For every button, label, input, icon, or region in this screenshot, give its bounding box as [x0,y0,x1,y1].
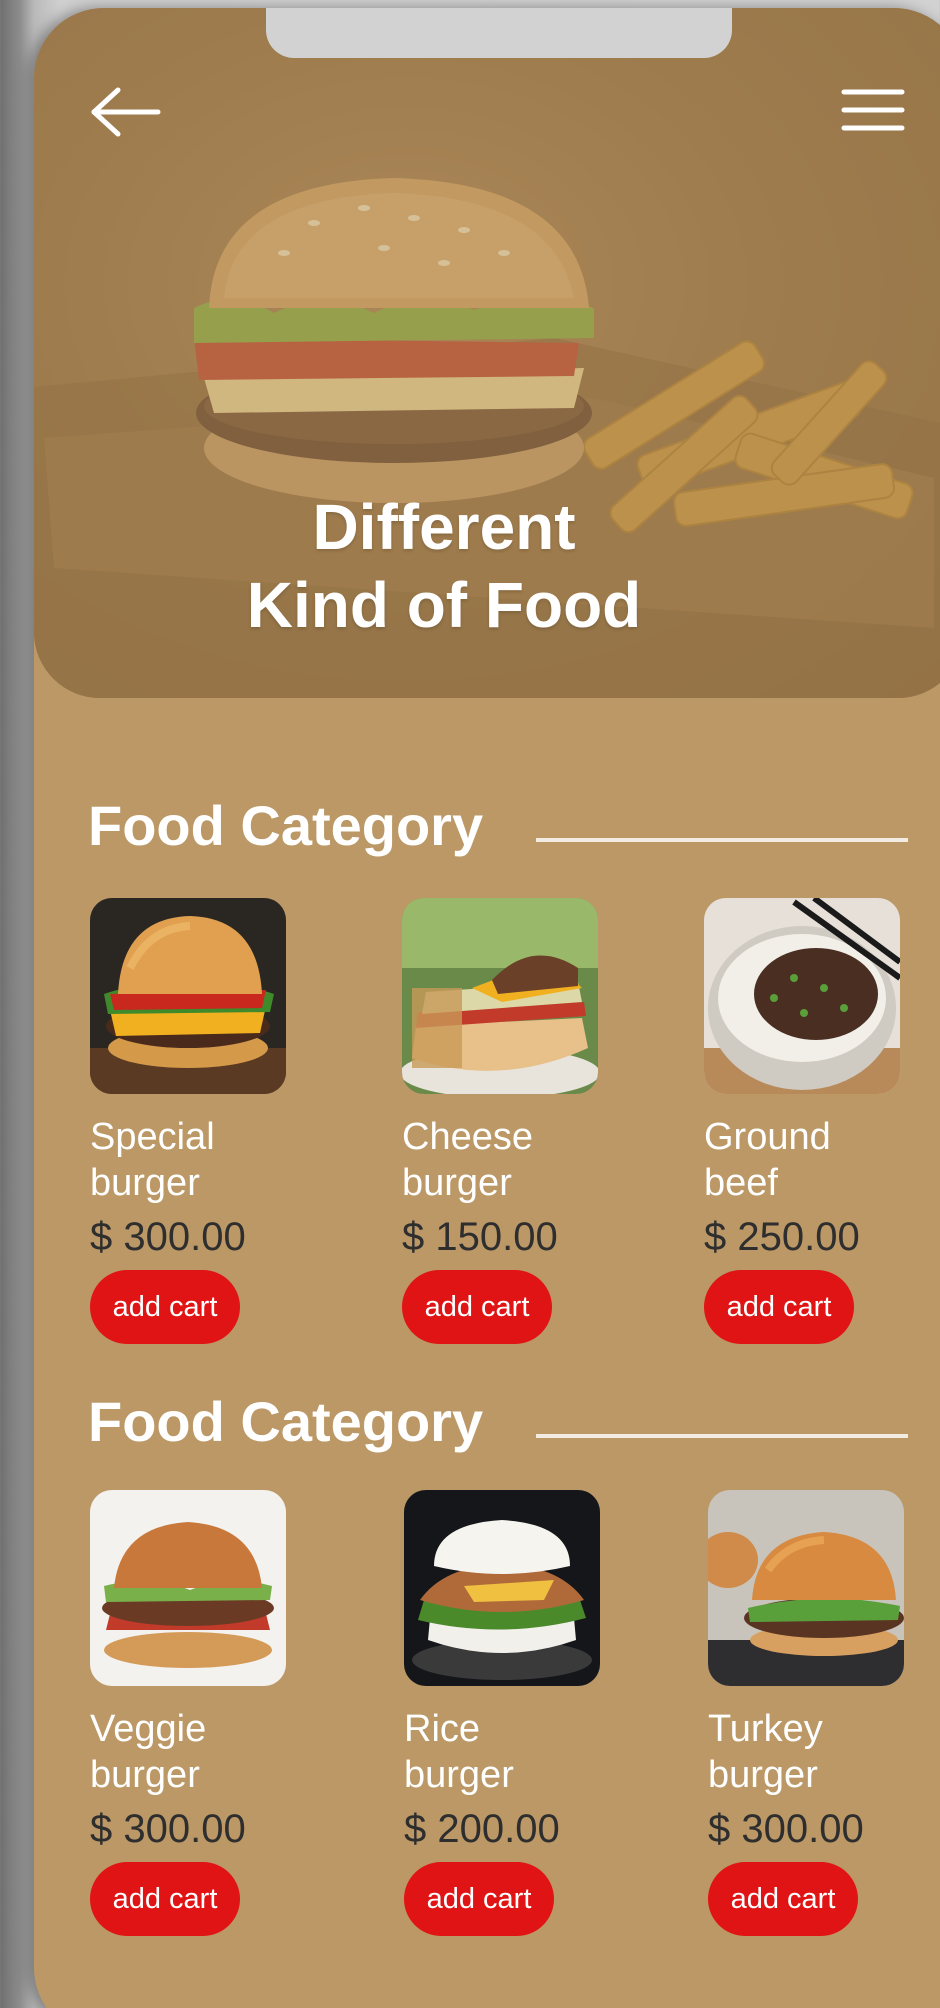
add-cart-button[interactable]: add cart [90,1862,240,1936]
phone-screen: Different Kind of Food Food Category Spe… [34,8,940,2008]
special-burger-photo [90,898,286,1094]
food-name: Special burger [90,1116,215,1204]
device-notch [266,8,732,58]
food-price: $ 200.00 [404,1807,560,1851]
ground-beef-photo [704,898,900,1094]
food-name: Turkey burger [708,1708,823,1796]
add-cart-button[interactable]: add cart [404,1862,554,1936]
food-card-cheese-burger[interactable]: Cheese burger $ 150.00 add cart [402,898,602,1344]
food-price: $ 300.00 [708,1807,864,1851]
section-header-1: Food Category [88,786,928,866]
add-cart-button[interactable]: add cart [704,1270,854,1344]
hamburger-menu-icon[interactable] [840,84,906,136]
section-divider [536,1434,908,1438]
add-cart-button[interactable]: add cart [708,1862,858,1936]
cheese-burger-photo [402,898,598,1094]
hero-title: Different Kind of Food [184,488,704,644]
turkey-burger-photo [708,1490,904,1686]
food-price: $ 150.00 [402,1215,558,1259]
food-card-turkey-burger[interactable]: Turkey burger $ 300.00 add cart [708,1490,908,1936]
veggie-burger-photo [90,1490,286,1686]
food-card-veggie-burger[interactable]: Veggie burger $ 300.00 add cart [90,1490,290,1936]
add-cart-button[interactable]: add cart [90,1270,240,1344]
section-header-2: Food Category [88,1382,928,1462]
hero-banner: Different Kind of Food [34,8,940,698]
food-card-special-burger[interactable]: Special burger $ 300.00 add cart [90,898,290,1344]
food-name: Veggie burger [90,1708,207,1796]
hero-title-line2: Kind of Food [246,569,642,641]
rice-burger-photo [404,1490,600,1686]
section-title: Food Category [88,1390,484,1453]
hero-title-line1: Different [312,491,576,563]
food-card-ground-beef[interactable]: Ground beef $ 250.00 add cart [704,898,904,1344]
food-name: Ground beef [704,1116,831,1204]
food-card-rice-burger[interactable]: Rice burger $ 200.00 add cart [404,1490,604,1936]
food-price: $ 300.00 [90,1215,246,1259]
section-divider [536,838,908,842]
food-price: $ 300.00 [90,1807,246,1851]
add-cart-button[interactable]: add cart [402,1270,552,1344]
arrow-left-icon[interactable] [88,86,164,138]
section-title: Food Category [88,794,484,857]
food-name: Rice burger [404,1708,514,1796]
food-price: $ 250.00 [704,1215,860,1259]
food-name: Cheese burger [402,1116,533,1204]
